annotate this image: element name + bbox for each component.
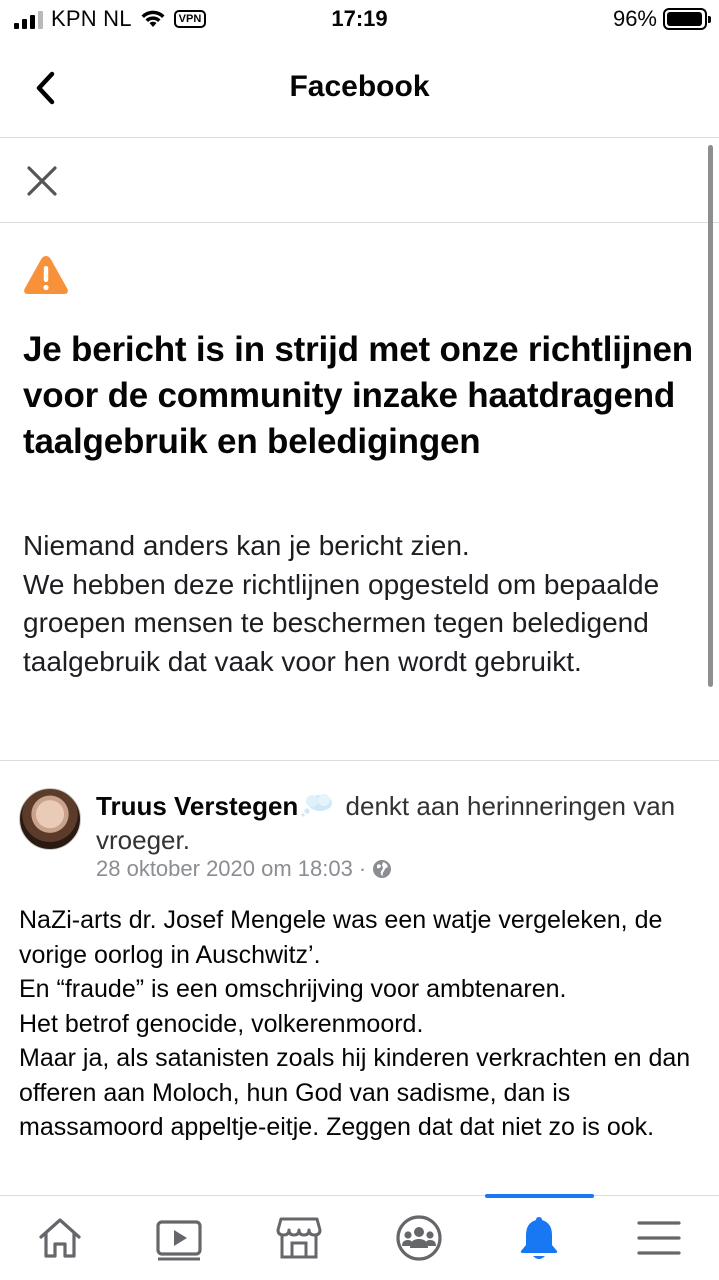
author-name[interactable]: Truus Verstegen bbox=[96, 791, 298, 821]
active-tab-indicator bbox=[485, 1194, 594, 1198]
warning-title: Je bericht is in strijd met onze richtli… bbox=[23, 330, 693, 461]
post-body: NaZi-arts dr. Josef Mengele was een watj… bbox=[19, 903, 709, 1145]
close-button[interactable] bbox=[24, 163, 60, 199]
battery-cap bbox=[708, 16, 711, 23]
nav-header: Facebook bbox=[0, 40, 719, 138]
battery-fill bbox=[667, 12, 702, 26]
page-title: Facebook bbox=[289, 70, 430, 103]
avatar[interactable] bbox=[19, 788, 81, 850]
scrollbar[interactable] bbox=[708, 145, 713, 687]
tab-groups[interactable] bbox=[392, 1211, 446, 1265]
post-paragraph: NaZi-arts dr. Josef Mengele was een watj… bbox=[19, 906, 663, 969]
meta-separator: · bbox=[358, 856, 367, 881]
post-paragraph: Maar ja, als satanisten zoals hij kinder… bbox=[19, 1044, 691, 1141]
thought-bubble-icon bbox=[301, 794, 333, 817]
marketplace-icon bbox=[276, 1217, 322, 1259]
home-icon bbox=[39, 1218, 81, 1258]
post-paragraph: En “fraude” is een omschrijving voor amb… bbox=[19, 975, 567, 1003]
status-time: 17:19 bbox=[331, 6, 388, 31]
tab-marketplace[interactable] bbox=[272, 1211, 326, 1265]
post-meta: 28 oktober 2020 om 18:03 · bbox=[96, 856, 392, 882]
warning-body: Niemand anders kan je bericht zien. We h… bbox=[23, 527, 703, 681]
tab-notifications[interactable] bbox=[512, 1211, 566, 1265]
groups-icon bbox=[396, 1215, 442, 1261]
globe-icon bbox=[373, 860, 392, 878]
tab-video[interactable] bbox=[152, 1211, 206, 1265]
status-right: 96% bbox=[612, 6, 711, 32]
battery-icon bbox=[663, 8, 711, 30]
tab-menu[interactable] bbox=[632, 1211, 686, 1265]
notifications-bell-icon bbox=[520, 1217, 558, 1259]
status-bar: KPN NL VPN 17:19 96% bbox=[0, 0, 719, 40]
divider bbox=[0, 760, 719, 761]
warning-body-line: We hebben deze richtlijnen opgesteld om … bbox=[23, 568, 660, 677]
warning-body-line: Niemand anders kan je bericht zien. bbox=[23, 530, 470, 561]
menu-icon bbox=[637, 1221, 681, 1255]
close-icon bbox=[27, 166, 57, 196]
tab-home[interactable] bbox=[33, 1211, 87, 1265]
bottom-tab-bar bbox=[0, 1194, 719, 1280]
warning-triangle-icon bbox=[24, 256, 68, 294]
video-icon bbox=[156, 1220, 202, 1261]
close-row bbox=[0, 139, 719, 223]
post-paragraph: Het betrof genocide, volkerenmoord. bbox=[19, 1009, 424, 1038]
battery-percent: 96% bbox=[612, 6, 657, 31]
post-header: Truus Verstegen denkt aan herinneringen … bbox=[96, 789, 696, 857]
post-timestamp[interactable]: 28 oktober 2020 om 18:03 bbox=[96, 856, 353, 882]
